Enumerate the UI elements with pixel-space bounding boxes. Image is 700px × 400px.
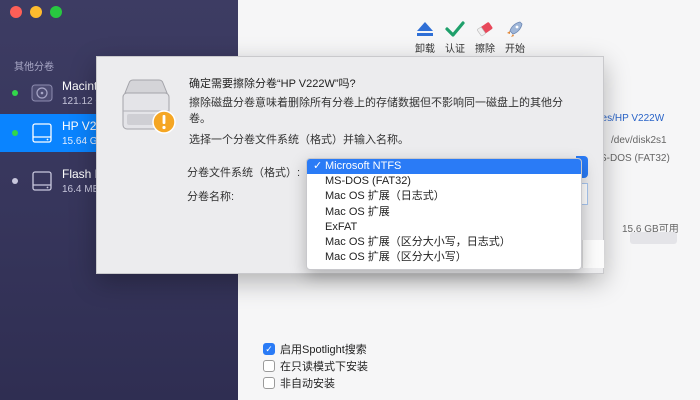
menu-item-fat32[interactable]: MS-DOS (FAT32) [307,174,581,189]
mounted-status-dot [12,90,18,96]
dialog-title: 确定需要擦除分卷“HP V222W”吗? [189,78,356,90]
volume-path: nes/HP V222W [596,113,665,124]
menu-item-label: Mac OS 扩展（区分大小写） [325,251,467,264]
external-disk-icon [32,171,52,191]
toolbar-button-label: 开始 [505,44,525,55]
option-label: 启用Spotlight搜索 [280,344,367,356]
menu-item-ntfs[interactable]: ✓ Microsoft NTFS [307,159,581,175]
erase-button[interactable]: 擦除 [471,20,499,55]
eraser-icon [477,22,493,37]
option-no-automount[interactable]: 非自动安装 [263,375,335,391]
disk-warning-icon [122,79,176,134]
checkbox[interactable] [263,360,275,372]
menu-item-label: Mac OS 扩展 [325,205,390,218]
mounted-status-dot [12,130,18,136]
menu-item-hfs-journaled[interactable]: Mac OS 扩展（日志式） [307,189,581,204]
menu-item-label: ExFAT [325,220,358,233]
sidebar-item-size: 15.64 G [62,136,98,147]
sidebar-section-label: 其他分卷 [14,62,54,73]
unmount-button[interactable]: 卸载 [411,20,439,55]
option-label: 在只读模式下安装 [280,361,368,373]
option-read-only-mount[interactable]: 在只读模式下安装 [263,358,368,374]
checkmark-icon: ✓ [313,160,323,172]
window-controls [10,6,62,18]
dialog-button[interactable] [582,240,604,268]
menu-item-label: MS-DOS (FAT32) [325,175,411,188]
menu-item-hfs-case-journaled[interactable]: Mac OS 扩展（区分大小写，日志式） [307,235,581,250]
toolbar-button-label: 卸载 [415,44,435,55]
option-enable-spotlight[interactable]: ✓ 启用Spotlight搜索 [263,341,367,357]
option-label: 非自动安装 [280,378,335,390]
menu-item-exfat[interactable]: ExFAT [307,220,581,235]
internal-disk-icon [31,84,53,102]
checkmark-icon [445,21,465,37]
checkbox-checked[interactable]: ✓ [263,343,275,355]
format-dropdown-menu: ✓ Microsoft NTFS MS-DOS (FAT32) Mac OS 扩… [306,158,582,270]
sidebar-item-size: 16.4 MB [62,184,100,195]
close-window-button[interactable] [10,6,22,18]
format-label: 分卷文件系统（格式）: [187,167,301,179]
toolbar-button-label: 擦除 [475,44,495,55]
sidebar-item-name: Macint [62,79,98,93]
menu-item-hfs[interactable]: Mac OS 扩展 [307,205,581,220]
menu-item-label: Mac OS 扩展（区分大小写，日志式） [325,235,511,248]
minimize-window-button[interactable] [30,6,42,18]
menu-item-label: Microsoft NTFS [325,160,402,172]
eject-icon [417,22,433,36]
toolbar-button-label: 认证 [445,44,465,55]
launch-button[interactable]: 开始 [501,20,529,55]
device-identifier: /dev/disk2s1 [611,135,667,146]
rocket-icon [507,21,523,37]
dialog-description: 擦除磁盘分卷意味着删除所有分卷上的存储数据但不影响同一磁盘上的其他分卷。 [189,97,563,125]
name-label: 分卷名称: [187,191,235,203]
menu-item-hfs-case[interactable]: Mac OS 扩展（区分大小写） [307,250,581,265]
maximize-window-button[interactable] [50,6,62,18]
verify-button[interactable]: 认证 [441,20,469,55]
volume-format: S-DOS (FAT32) [600,153,670,164]
checkbox[interactable] [263,377,275,389]
dialog-instruction: 选择一个分卷文件系统（格式）并输入名称。 [189,134,409,146]
unmounted-status-dot [12,178,18,184]
external-disk-icon [32,123,52,143]
menu-item-label: Mac OS 扩展（日志式） [325,190,445,203]
usage-bar [630,232,677,244]
